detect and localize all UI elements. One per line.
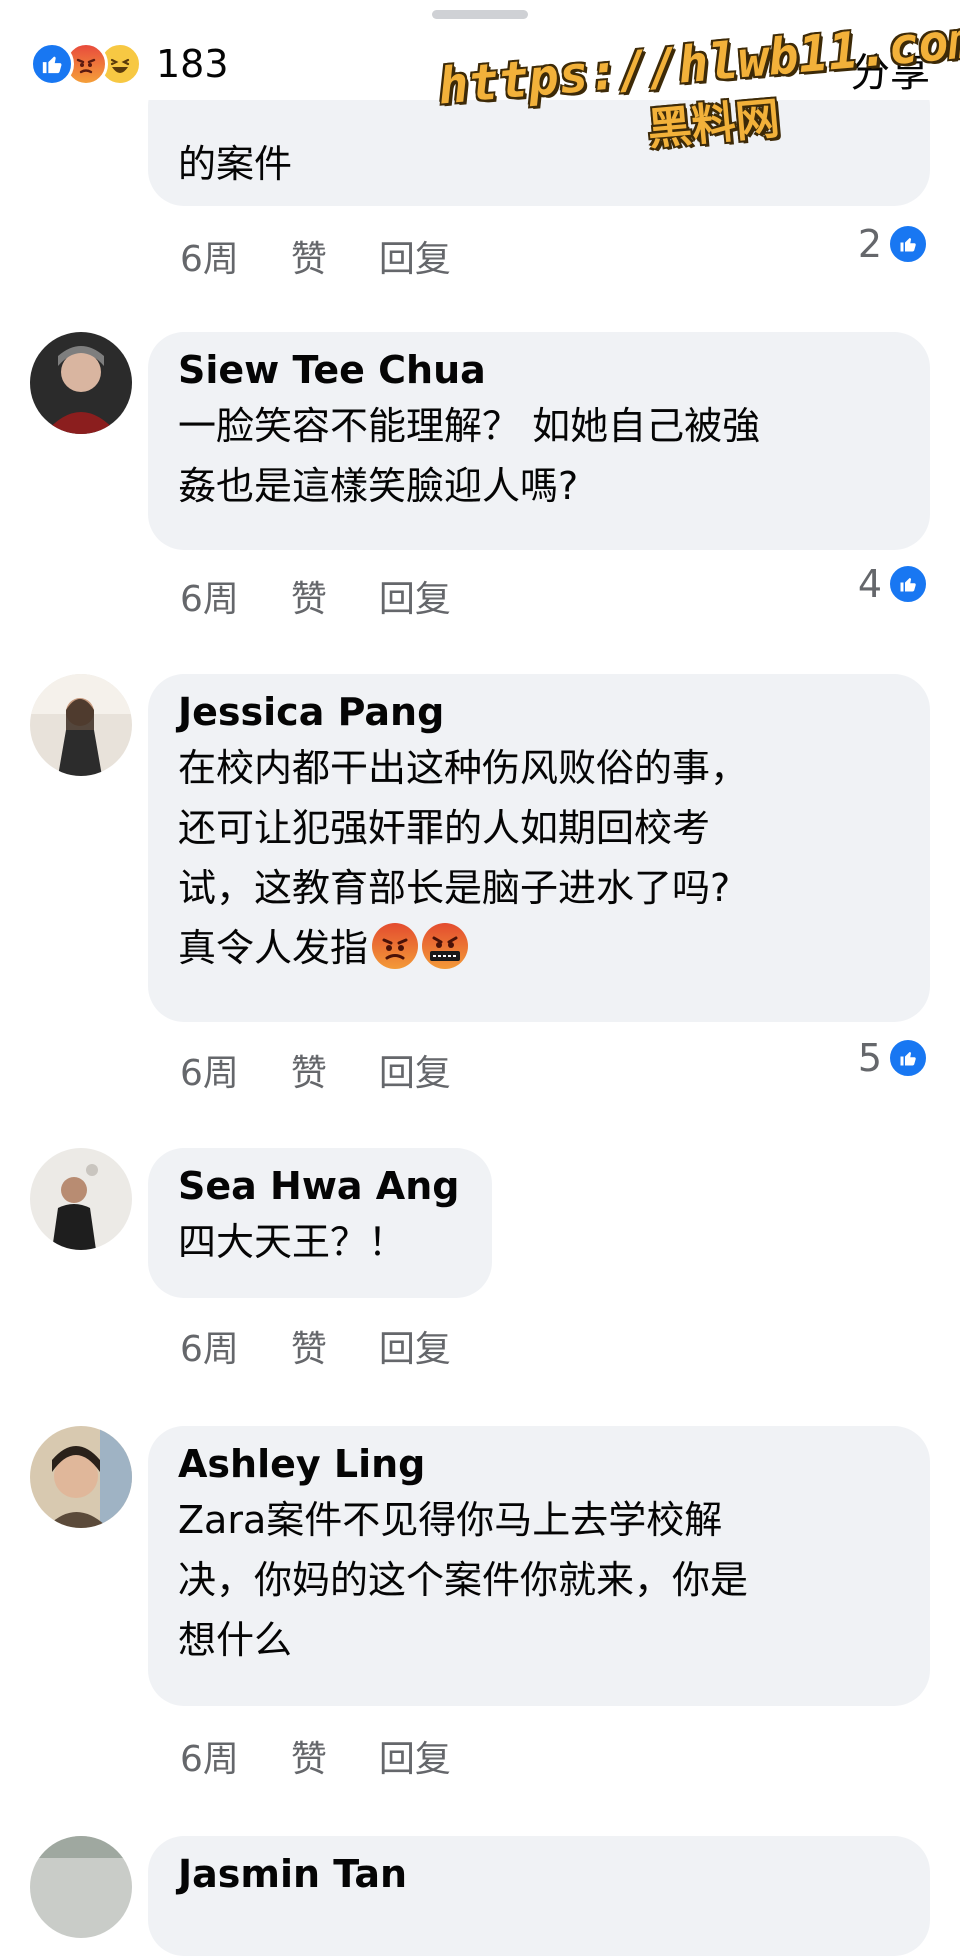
drag-handle[interactable] — [432, 10, 528, 19]
comment-text: Zara案件不见得你马上去学校解 — [178, 1498, 723, 1542]
like-button[interactable]: 赞 — [291, 570, 327, 622]
comment-actions: 6周 赞 回复 — [180, 1044, 503, 1096]
comment-actions: 6周 赞 回复 — [180, 230, 503, 282]
like-icon — [30, 42, 74, 86]
reaction-summary[interactable]: 183 — [30, 42, 229, 86]
comment-text: 一脸笑容不能理解？ 如她自己被強 — [178, 404, 761, 448]
comment-actions: 6周 赞 回复 — [180, 570, 503, 622]
like-count-text: 5 — [857, 1036, 882, 1080]
like-button[interactable]: 赞 — [291, 1730, 327, 1782]
comment-bubble: Jasmin Tan — [148, 1836, 930, 1956]
comment-author[interactable]: Sea Hwa Ang — [178, 1160, 459, 1212]
thumbs-up-icon — [888, 1038, 928, 1078]
reply-button[interactable]: 回复 — [379, 230, 451, 282]
comment-text-line: 真令人发指 — [178, 918, 896, 978]
comment-bubble: Jessica Pang 在校内都干出这种伤风败俗的事， 还可让犯强奸罪的人如期… — [148, 674, 930, 1022]
thumbs-up-icon — [888, 564, 928, 604]
comment-author[interactable]: Ashley Ling — [178, 1438, 896, 1490]
reaction-count: 183 — [156, 42, 229, 86]
thumbs-up-icon — [888, 224, 928, 264]
comment-author[interactable]: Jasmin Tan — [178, 1848, 896, 1900]
like-count[interactable]: 4 — [858, 562, 928, 606]
reply-button[interactable]: 回复 — [379, 1730, 451, 1782]
avatar[interactable] — [30, 674, 132, 776]
comment-actions: 6周 赞 回复 — [180, 1730, 503, 1782]
like-button[interactable]: 赞 — [291, 1044, 327, 1096]
comment-text: 在校内都干出这种伤风败俗的事， — [178, 746, 749, 790]
comment-bubble: Siew Tee Chua 一脸笑容不能理解？ 如她自己被強 姦也是這樣笑臉迎人… — [148, 332, 930, 550]
like-count-text: 4 — [857, 562, 882, 606]
comment-actions: 6周 赞 回复 — [180, 1320, 503, 1372]
comment-author[interactable]: Siew Tee Chua — [178, 344, 896, 396]
comment-text: 决，你妈的这个案件你就来，你是 — [178, 1558, 749, 1602]
avatar[interactable] — [30, 1426, 132, 1528]
reply-button[interactable]: 回复 — [379, 1320, 451, 1372]
avatar[interactable] — [30, 1836, 132, 1938]
comment-bubble: Ashley Ling Zara案件不见得你马上去学校解 决，你妈的这个案件你就… — [148, 1426, 930, 1706]
comment-text: 想什么 — [178, 1618, 293, 1662]
angry-face-icon — [372, 923, 419, 969]
comment-bubble: Sea Hwa Ang 四大天王？！ — [148, 1148, 492, 1298]
like-button[interactable]: 赞 — [291, 1320, 327, 1372]
avatar[interactable] — [30, 332, 132, 434]
timestamp: 6周 — [180, 1739, 239, 1780]
timestamp: 6周 — [180, 239, 239, 280]
comment-text: 真令人发指 — [178, 926, 369, 970]
timestamp: 6周 — [180, 1053, 239, 1094]
reply-button[interactable]: 回复 — [379, 1044, 451, 1096]
cursing-face-icon — [422, 923, 469, 969]
like-count-text: 2 — [857, 222, 882, 266]
comment-text: 姦也是這樣笑臉迎人嗎? — [178, 464, 579, 508]
like-count[interactable]: 2 — [858, 222, 928, 266]
like-button[interactable]: 赞 — [291, 230, 327, 282]
comment-text: 试，这教育部长是脑子进水了吗? — [178, 866, 731, 910]
like-count[interactable]: 5 — [858, 1036, 928, 1080]
comment-text: 还可让犯强奸罪的人如期回校考 — [178, 806, 711, 850]
reply-button[interactable]: 回复 — [379, 570, 451, 622]
timestamp: 6周 — [180, 579, 239, 620]
timestamp: 6周 — [180, 1329, 239, 1370]
comment-author[interactable]: Jessica Pang — [178, 686, 896, 738]
avatar[interactable] — [30, 1148, 132, 1250]
comment-text: 四大天王？！ — [178, 1220, 407, 1264]
